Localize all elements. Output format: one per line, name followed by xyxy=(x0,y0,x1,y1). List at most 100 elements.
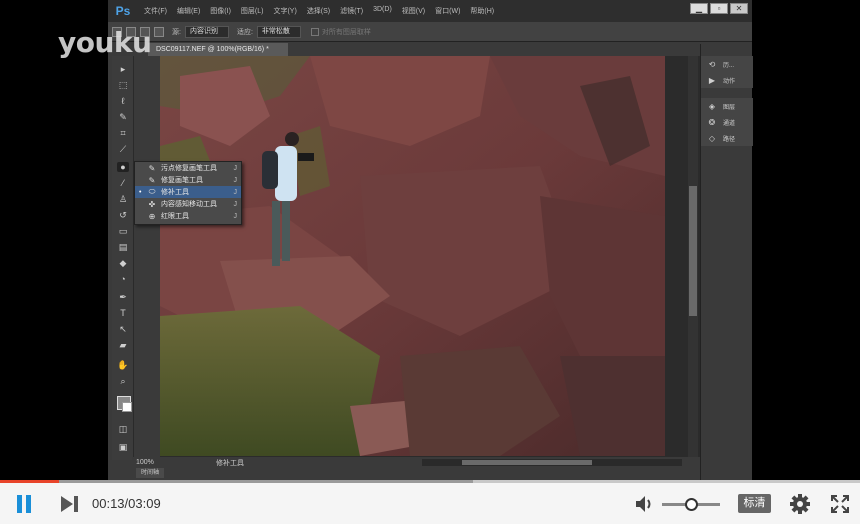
menu-item[interactable]: 窗口(W) xyxy=(435,6,460,16)
shape-tool-icon[interactable]: ▰ xyxy=(117,340,129,350)
eyedropper-icon[interactable]: ⟋ xyxy=(117,144,129,154)
panel-button[interactable]: ⟲ 历... xyxy=(701,56,753,72)
flyout-item[interactable]: ✜ 内容感知移动工具 J xyxy=(135,198,241,210)
zoom-tool-icon[interactable]: ⌕ xyxy=(117,376,129,386)
close-icon[interactable]: ✕ xyxy=(730,3,748,14)
red-eye-icon: ⊕ xyxy=(148,211,156,221)
sample-all-label: 对所有图层取样 xyxy=(321,28,371,36)
history-brush-icon[interactable]: ↺ xyxy=(117,210,129,220)
horizontal-scroll-thumb[interactable] xyxy=(462,460,592,465)
menu-item[interactable]: 文件(F) xyxy=(144,6,167,16)
panel-group-history: ⟲ 历... ▶ 动作 xyxy=(701,56,753,88)
vertical-scroll-thumb[interactable] xyxy=(689,186,697,316)
gradient-tool-icon[interactable]: ▤ xyxy=(117,242,129,252)
panel-button[interactable]: ❂ 通道 xyxy=(701,114,753,130)
layers-icon: ◈ xyxy=(708,101,716,111)
flyout-item-label: 修复画笔工具 xyxy=(161,177,203,184)
flyout-shortcut: J xyxy=(233,212,238,220)
settings-gear-icon[interactable] xyxy=(789,493,811,515)
menu-item[interactable]: 编辑(E) xyxy=(177,6,200,16)
buffered-bar xyxy=(0,480,473,483)
fullscreen-icon[interactable] xyxy=(830,494,850,514)
actions-icon: ▶ xyxy=(708,75,716,85)
source-select[interactable]: 内容识别 xyxy=(184,25,229,38)
zoom-level[interactable]: 100% xyxy=(136,459,166,466)
canvas-area xyxy=(160,56,700,460)
flyout-item[interactable]: ✎ 修复画笔工具 J xyxy=(135,174,241,186)
progress-bar[interactable] xyxy=(0,480,860,483)
marquee-tool-icon[interactable]: ⬚ xyxy=(117,80,129,90)
crop-tool-icon[interactable]: ⌗ xyxy=(117,128,129,138)
next-button[interactable] xyxy=(60,495,80,513)
adapt-select[interactable]: 非常松散 xyxy=(256,25,301,38)
next-icon xyxy=(61,496,78,512)
flyout-shortcut: J xyxy=(233,188,238,196)
paths-icon: ◇ xyxy=(708,133,716,143)
quick-select-icon[interactable]: ✎ xyxy=(117,112,129,122)
panel-label: 路径 xyxy=(723,136,736,143)
timeline-tab[interactable]: 时间轴 xyxy=(136,468,164,478)
volume-slider[interactable] xyxy=(662,498,720,511)
menu-item[interactable]: 图层(L) xyxy=(241,6,264,16)
healing-tool-flyout: ✎ 污点修复画笔工具 J ✎ 修复画笔工具 J • ⬭ 修补工具 J ✜ 内容感知移动工具 J ⊕ 红眼工具… xyxy=(134,161,242,225)
flyout-item[interactable]: • ⬭ 修补工具 J xyxy=(135,186,241,198)
minimize-icon[interactable]: ▁ xyxy=(690,3,708,14)
background-color-icon[interactable] xyxy=(122,402,132,412)
tools-panel: ▸ ⬚ ℓ ✎ ⌗ ⟋ ● ⁄ ♙ ↺ ▭ ▤ ◆ ◔ ✒ T ↖ ▰ ✋ ⌕ … xyxy=(112,56,134,460)
status-tool-name: 修补工具 xyxy=(216,459,244,467)
flyout-item-label: 修补工具 xyxy=(161,189,189,196)
document-tab[interactable]: DSC09117.NEF @ 100%(RGB/16) * xyxy=(148,43,288,56)
menu-item[interactable]: 帮助(H) xyxy=(470,6,494,16)
played-bar xyxy=(0,480,60,483)
flyout-item-label: 污点修复画笔工具 xyxy=(161,165,217,172)
pause-icon-bar xyxy=(26,495,31,513)
menu-item[interactable]: 视图(V) xyxy=(402,6,425,16)
flyout-item[interactable]: ✎ 污点修复画笔工具 J xyxy=(135,162,241,174)
blur-tool-icon[interactable]: ◆ xyxy=(117,258,129,268)
panel-label: 动作 xyxy=(723,78,736,85)
volume-icon[interactable] xyxy=(634,494,656,514)
lasso-tool-icon[interactable]: ℓ xyxy=(117,96,129,106)
horizontal-scrollbar[interactable] xyxy=(422,459,682,466)
video-frame: Ps 文件(F) 编辑(E) 图像(I) 图层(L) 文字(Y) 选择(S) 滤镜(T) 3D… xyxy=(0,0,860,480)
options-bar: 源: 内容识别 适应: 非常松散 对所有图层取样 xyxy=(108,22,752,42)
cliff-photo[interactable] xyxy=(160,56,665,456)
subtract-selection-icon[interactable] xyxy=(154,26,164,37)
menu-item[interactable]: 文字(Y) xyxy=(273,6,296,16)
volume-knob[interactable] xyxy=(685,498,698,511)
hand-tool-icon[interactable]: ✋ xyxy=(117,360,129,370)
window-controls: ▁ ▫ ✕ xyxy=(690,3,748,14)
pause-button[interactable] xyxy=(16,495,32,513)
dodge-tool-icon[interactable]: ◔ xyxy=(117,274,129,284)
stamp-tool-icon[interactable]: ♙ xyxy=(117,194,129,204)
flyout-item[interactable]: ⊕ 红眼工具 J xyxy=(135,210,241,222)
panel-button[interactable]: ◈ 图层 xyxy=(701,98,753,114)
menu-item[interactable]: 3D(D) xyxy=(373,6,392,16)
menu-item[interactable]: 选择(S) xyxy=(307,6,330,16)
history-icon: ⟲ xyxy=(708,59,716,69)
photo-svg xyxy=(160,56,665,456)
vertical-scrollbar[interactable] xyxy=(688,56,698,460)
panel-button[interactable]: ▶ 动作 xyxy=(701,72,753,88)
path-select-icon[interactable]: ↖ xyxy=(117,324,129,334)
flyout-item-label: 红眼工具 xyxy=(161,213,189,220)
pen-tool-icon[interactable]: ✒ xyxy=(117,292,129,302)
channels-icon: ❂ xyxy=(708,117,716,127)
adapt-label: 适应: xyxy=(236,28,253,36)
menu-item[interactable]: 滤镜(T) xyxy=(340,6,363,16)
flyout-shortcut: J xyxy=(233,176,238,184)
flyout-shortcut: J xyxy=(233,200,238,208)
brush-tool-icon[interactable]: ⁄ xyxy=(117,178,129,188)
quick-mask-icon[interactable]: ◫ xyxy=(117,424,129,434)
move-tool-icon[interactable]: ▸ xyxy=(117,64,129,74)
quality-button[interactable]: 标清 xyxy=(738,494,771,513)
eraser-tool-icon[interactable]: ▭ xyxy=(117,226,129,236)
sample-all-checkbox[interactable] xyxy=(310,27,319,36)
panel-button[interactable]: ◇ 路径 xyxy=(701,130,753,146)
healing-tool-icon[interactable]: ● xyxy=(117,162,129,172)
type-tool-icon[interactable]: T xyxy=(117,308,129,318)
restore-icon[interactable]: ▫ xyxy=(710,3,728,14)
menu-item[interactable]: 图像(I) xyxy=(210,6,231,16)
panel-label: 通道 xyxy=(723,120,736,127)
screen-mode-icon[interactable]: ▣ xyxy=(117,442,129,452)
